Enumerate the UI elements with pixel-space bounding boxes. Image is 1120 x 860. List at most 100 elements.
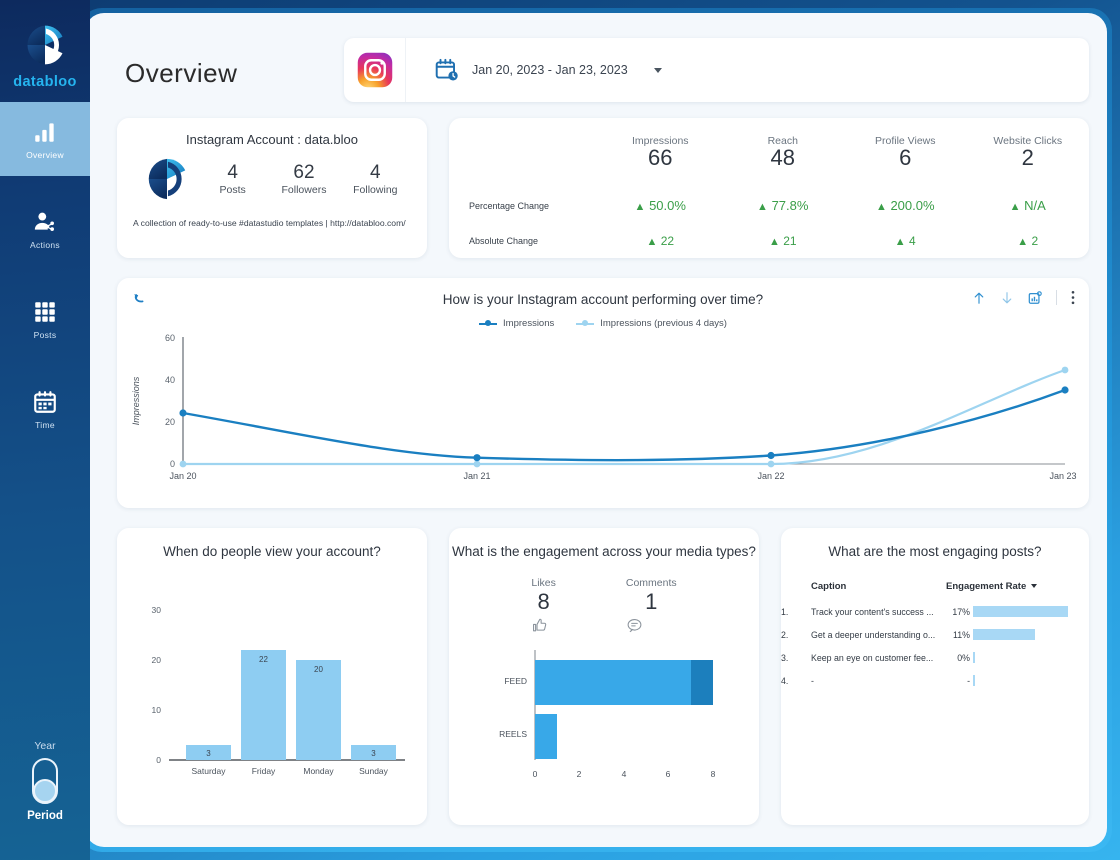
- x-tick-jan22: Jan 22: [757, 471, 784, 481]
- most-engaging-posts-card: What are the most engaging posts? Captio…: [781, 528, 1089, 825]
- calendar-icon: [34, 390, 56, 413]
- y-tick-10: 10: [152, 705, 162, 715]
- sidebar-item-label: Overview: [26, 149, 64, 160]
- col-engagement-rate-label: Engagement Rate: [946, 581, 1027, 592]
- bar-monday[interactable]: [296, 660, 341, 760]
- rate-label: 0%: [957, 652, 970, 663]
- x-tick-sunday: Sunday: [359, 766, 389, 776]
- row-caption[interactable]: Get a deeper understanding o...: [811, 623, 946, 646]
- sidebar-nav: Overview Actions Posts Time: [0, 102, 90, 446]
- bar-feed-comments[interactable]: [691, 660, 713, 706]
- sidebar-item-overview[interactable]: Overview: [0, 102, 90, 176]
- bar-reels-likes[interactable]: [535, 714, 557, 760]
- brand-logo[interactable]: databloo: [0, 0, 90, 90]
- sort-desc-caret-icon[interactable]: [1031, 584, 1038, 589]
- stat-value: 4: [370, 161, 381, 183]
- toggle-knob[interactable]: [33, 779, 57, 803]
- point-impressions-jan20[interactable]: [179, 409, 187, 417]
- databloo-logo-icon: [148, 158, 186, 200]
- abs-change-impressions: ▲ 22: [646, 233, 675, 248]
- posts-table-title: What are the most engaging posts?: [828, 544, 1042, 559]
- x-tick-saturday: Saturday: [191, 766, 226, 776]
- calendar-clock-icon: [435, 58, 458, 81]
- kpi-comments: Comments 1: [626, 577, 677, 634]
- x-tick-0: 0: [533, 769, 538, 779]
- legend-swatch: [576, 320, 595, 326]
- bar-chart-icon: [35, 122, 54, 142]
- metric-impressions: Impressions 66: [599, 118, 722, 188]
- rate-label: 11%: [953, 629, 970, 640]
- line-chart-title: How is your Instagram account performing…: [442, 292, 764, 307]
- impressions-line-chart[interactable]: 60 40 20 0 Impressions Jan 20 Jan 21 Jan…: [117, 329, 1089, 489]
- chevron-down-icon[interactable]: [653, 67, 662, 73]
- col-engagement-rate[interactable]: Engagement Rate: [946, 581, 1089, 600]
- table-row: 2. Get a deeper understanding o... 11%: [781, 623, 1089, 646]
- views-by-weekday-card: When do people view your account? 30 20 …: [117, 528, 427, 825]
- metric-value: 66: [648, 145, 673, 170]
- metric-reach: Reach 48: [722, 118, 845, 188]
- x-tick-monday: Monday: [303, 766, 334, 776]
- point-prev-jan23[interactable]: [1061, 366, 1069, 374]
- pct-change-impressions: ▲ 50.0%: [634, 197, 686, 213]
- x-tick-6: 6: [666, 769, 671, 779]
- export-chart-icon[interactable]: [1028, 290, 1042, 305]
- row-rate: 11%: [946, 623, 1089, 646]
- legend-swatch: [479, 320, 498, 326]
- date-range-control[interactable]: Jan 20, 2023 - Jan 23, 2023: [406, 57, 662, 83]
- point-prev-jan21[interactable]: [473, 460, 481, 468]
- point-impressions-jan21[interactable]: [473, 454, 481, 462]
- point-prev-jan22[interactable]: [767, 460, 775, 468]
- switch-top-label: Year: [34, 740, 56, 752]
- point-prev-jan20[interactable]: [179, 460, 187, 468]
- stat-following: 4 Following: [340, 162, 411, 197]
- y-tick-20: 20: [165, 417, 175, 427]
- bar-label-friday: 22: [259, 655, 268, 664]
- row-rank: 3.: [781, 652, 789, 663]
- account-stats: 4 Posts 62 Followers 4 Following: [133, 155, 411, 203]
- rate-bar: [973, 675, 975, 686]
- vertical-toggle[interactable]: [32, 758, 58, 804]
- sidebar-item-actions[interactable]: Actions: [0, 192, 90, 266]
- thumbs-up-icon: [533, 619, 547, 632]
- pct-change-profile-views: ▲ 200.0%: [875, 197, 935, 213]
- media-kpis: Likes 8 Comments 1: [449, 577, 759, 634]
- sidebar-item-time[interactable]: Time: [0, 372, 90, 446]
- point-impressions-jan22[interactable]: [767, 451, 775, 460]
- abs-change-reach: ▲ 21: [768, 233, 797, 248]
- cat-label-feed: FEED: [504, 676, 527, 686]
- x-tick-4: 4: [622, 769, 627, 779]
- bar-feed-likes[interactable]: [535, 660, 691, 706]
- media-chart-title: What is the engagement across your media…: [452, 544, 756, 559]
- instagram-chip[interactable]: [344, 38, 406, 102]
- row-caption[interactable]: -: [811, 669, 946, 692]
- point-impressions-jan23[interactable]: [1061, 386, 1069, 394]
- bar-label-saturday: 3: [206, 749, 211, 758]
- col-caption[interactable]: Caption: [811, 581, 946, 600]
- toolbar-divider: [1056, 290, 1057, 305]
- rate-bar: [973, 606, 1068, 617]
- sidebar-item-posts[interactable]: Posts: [0, 282, 90, 356]
- row-caption[interactable]: Track your content's success ...: [811, 600, 946, 623]
- absolute-change-row: Absolute Change ▲ 22 ▲ 21 ▲ 4 ▲ 2: [449, 223, 1089, 258]
- more-vertical-icon[interactable]: [1071, 290, 1075, 305]
- bar-friday[interactable]: [241, 650, 286, 760]
- x-tick-2: 2: [577, 769, 582, 779]
- percentage-change-row: Percentage Change ▲ 50.0% ▲ 77.8% ▲ 200.…: [449, 188, 1089, 223]
- row-caption[interactable]: Keep an eye on customer fee...: [811, 646, 946, 669]
- period-granularity-switch[interactable]: Year Period: [0, 740, 90, 822]
- sidebar-item-label: Time: [35, 419, 55, 430]
- date-range-bar: Jan 20, 2023 - Jan 23, 2023: [344, 38, 1089, 102]
- kpi-likes: Likes 8: [531, 577, 556, 634]
- sidebar-item-label: Actions: [30, 239, 60, 250]
- databloo-logo-icon: [27, 25, 63, 65]
- views-by-weekday-chart[interactable]: 30 20 10 0 3 22 20 3 Saturday Friday Mon…: [117, 559, 427, 809]
- media-type-bar-chart[interactable]: FEED REELS 0 2 4 6 8: [449, 644, 759, 794]
- row-label: Percentage Change: [469, 200, 550, 211]
- row-label: Absolute Change: [469, 235, 539, 246]
- y-tick-30: 30: [152, 605, 162, 615]
- stat-label: Posts: [219, 184, 246, 197]
- arrow-down-icon[interactable]: [1000, 291, 1014, 305]
- arrow-up-icon[interactable]: [972, 291, 986, 305]
- rate-label: -: [967, 675, 970, 686]
- sidebar-item-label: Posts: [33, 329, 57, 340]
